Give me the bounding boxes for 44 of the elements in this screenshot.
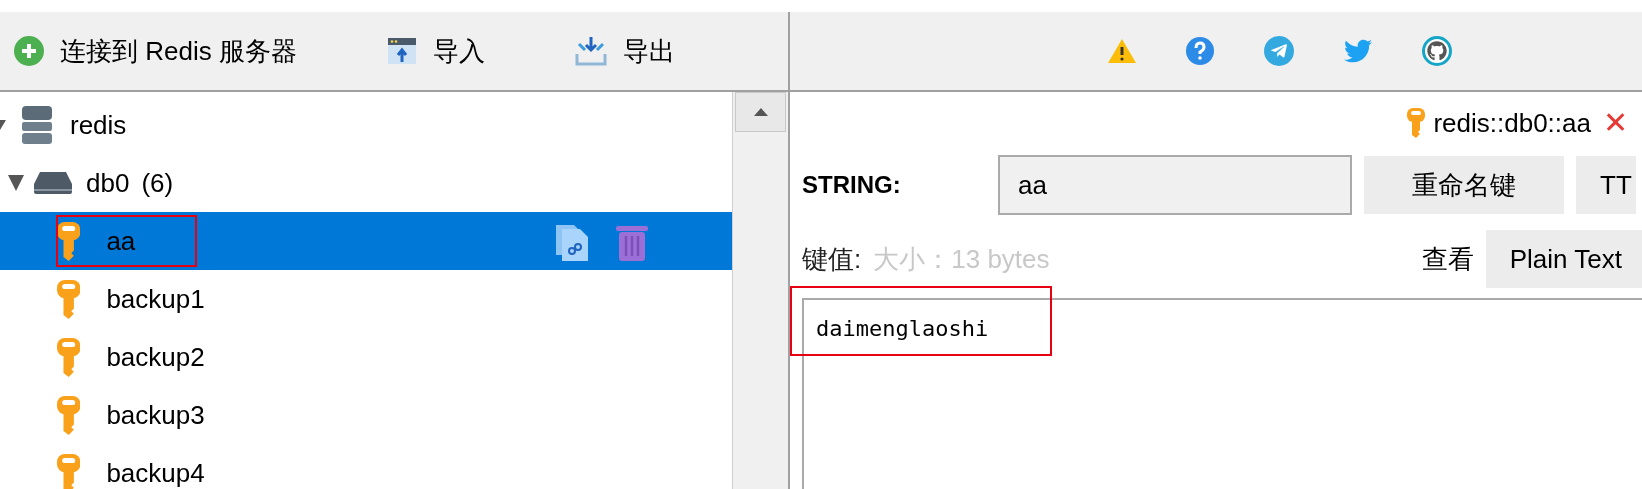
- action-button[interactable]: 重命名键: [1364, 156, 1564, 214]
- tree-item[interactable]: db0 (6): [0, 154, 732, 212]
- value-label: 键值:: [802, 242, 862, 276]
- scrollbar[interactable]: [732, 92, 788, 489]
- key-name: backup2: [106, 340, 205, 374]
- warning-icon[interactable]: [1108, 39, 1136, 63]
- key-icon: [57, 337, 81, 377]
- octocat-icon[interactable]: [1422, 36, 1452, 66]
- key-name: backup4: [106, 456, 205, 489]
- tree-item[interactable]: redis: [0, 96, 732, 154]
- server-name: redis: [70, 108, 127, 142]
- tray-download-icon: [574, 36, 607, 66]
- copy-link-icon[interactable]: [556, 223, 590, 261]
- key-name: backup3: [106, 398, 205, 432]
- view-mode-dropdown[interactable]: Plain Text: [1485, 230, 1642, 288]
- key-icon: [1407, 108, 1426, 138]
- key-count: (6): [141, 166, 174, 200]
- tree-item[interactable]: aa: [0, 212, 732, 270]
- plus-circle-icon: [14, 36, 44, 66]
- value-editor[interactable]: daimenglaoshi: [802, 298, 1642, 489]
- bird-icon[interactable]: [1344, 37, 1372, 65]
- action-button[interactable]: TT: [1576, 156, 1636, 214]
- toolbar-button[interactable]: 连接到 Redis 服务器: [14, 31, 297, 71]
- server-stack-icon: [22, 106, 52, 144]
- key-name: aa: [106, 224, 136, 258]
- key-icon: [57, 453, 81, 489]
- scroll-up-button[interactable]: [735, 92, 786, 132]
- toolbar-button[interactable]: 导出: [574, 31, 675, 71]
- window-upload-icon: [386, 36, 417, 66]
- key-name-field[interactable]: aa: [998, 155, 1352, 215]
- database-name: db0: [86, 166, 130, 200]
- tab-title[interactable]: redis::db0::aa: [1433, 103, 1591, 143]
- key-name: backup1: [106, 282, 205, 316]
- close-icon[interactable]: ✕: [1603, 108, 1628, 138]
- database-icon: [34, 172, 72, 194]
- view-label: 查看: [1421, 242, 1474, 276]
- paper-plane-icon[interactable]: [1264, 36, 1294, 66]
- type-label: STRING:: [802, 170, 902, 200]
- help-icon[interactable]: [1186, 37, 1214, 65]
- key-icon: [57, 221, 81, 261]
- value-text: daimenglaoshi: [816, 316, 989, 341]
- toolbar-button[interactable]: 导入: [386, 31, 485, 71]
- key-icon: [57, 279, 81, 319]
- key-icon: [57, 395, 81, 435]
